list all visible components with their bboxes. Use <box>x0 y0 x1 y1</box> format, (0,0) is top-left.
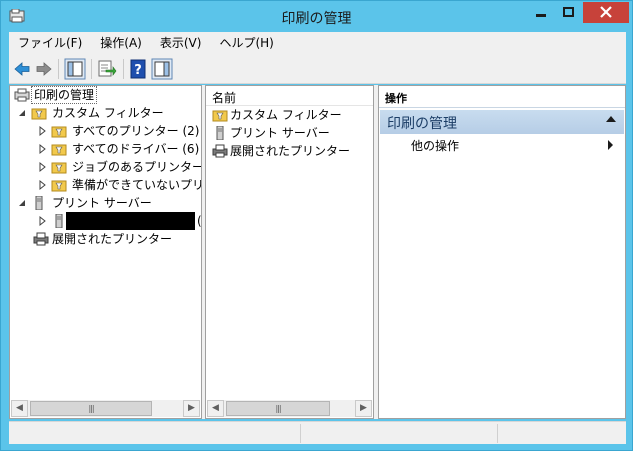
actions-header-label: 操作 <box>385 92 407 105</box>
submenu-arrow-icon[interactable] <box>608 140 613 150</box>
status-cell <box>9 424 301 443</box>
printer-icon <box>212 144 228 158</box>
tree-label-custom-filters: カスタム フィルター <box>52 106 164 120</box>
export-list-icon[interactable] <box>97 58 117 80</box>
actions-pane: 操作 印刷の管理 他の操作 <box>378 85 626 419</box>
actions-header: 操作 <box>379 86 625 108</box>
collapsed-arrow-icon[interactable] <box>38 140 47 158</box>
scrollbar-thumb[interactable]: ||| <box>226 401 330 416</box>
tree-label-server-suffix: ( <box>197 214 202 228</box>
server-icon <box>216 126 224 140</box>
scroll-right-arrow-icon[interactable]: ▶ <box>183 400 200 417</box>
title-bar[interactable]: 印刷の管理 <box>1 1 632 32</box>
filter-folder-icon <box>212 110 228 122</box>
print-management-icon <box>14 88 30 102</box>
menu-view[interactable]: 表示(V) <box>151 32 211 54</box>
toolbar: ? <box>9 54 626 84</box>
minimize-button[interactable] <box>527 2 555 23</box>
menu-file[interactable]: ファイル(F) <box>9 32 91 54</box>
maximize-icon <box>563 7 574 17</box>
maximize-button[interactable] <box>555 2 582 23</box>
show-action-pane-icon[interactable] <box>151 58 173 80</box>
collapsed-arrow-icon[interactable] <box>38 158 47 176</box>
expanded-arrow-icon[interactable] <box>18 104 27 122</box>
result-list-pane[interactable]: 名前 カスタム フィルター プリント サーバー 展開されたプリンター ◀ |||… <box>205 85 374 419</box>
list-item-label: カスタム フィルター <box>230 108 342 122</box>
list-item-label: プリント サーバー <box>230 126 330 140</box>
collapsed-arrow-icon[interactable] <box>38 212 47 230</box>
tree-label-all-drivers: すべてのドライバー (6) <box>72 142 200 156</box>
tree-item-root[interactable]: 印刷の管理 <box>12 86 201 104</box>
status-cell <box>498 424 626 443</box>
forward-arrow-icon[interactable] <box>35 58 53 80</box>
tree-label-print-servers: プリント サーバー <box>52 196 152 210</box>
collapsed-arrow-icon[interactable] <box>38 176 47 194</box>
actions-section-title: 印刷の管理 <box>387 116 457 132</box>
tree-label-printers-with-jobs: ジョブのあるプリンター <box>72 160 202 174</box>
tree-item-custom-filters[interactable]: カスタム フィルター <box>12 104 201 122</box>
column-header-label: 名前 <box>212 91 237 105</box>
svg-text:?: ? <box>134 63 142 78</box>
toolbar-separator <box>91 59 92 79</box>
tree-label-printers-not-ready: 準備ができていないプリンタ <box>72 178 202 192</box>
filter-folder-icon <box>51 144 67 156</box>
scroll-right-arrow-icon[interactable]: ▶ <box>355 400 372 417</box>
collapsed-arrow-icon[interactable] <box>38 122 47 140</box>
tree-item-printers-not-ready[interactable]: 準備ができていないプリンタ <box>12 176 202 194</box>
tree-item-print-servers[interactable]: プリント サーバー <box>12 194 201 212</box>
status-bar <box>9 421 626 444</box>
server-icon <box>55 214 63 228</box>
back-arrow-icon[interactable] <box>13 58 31 80</box>
scroll-left-arrow-icon[interactable]: ◀ <box>207 400 224 417</box>
tree-label-root: 印刷の管理 <box>31 86 98 104</box>
help-icon[interactable]: ? <box>129 58 147 80</box>
expanded-arrow-icon[interactable] <box>18 194 27 212</box>
tree-item-all-drivers[interactable]: すべてのドライバー (6) <box>12 140 201 158</box>
printer-icon <box>33 232 49 246</box>
toolbar-separator <box>58 59 59 79</box>
collapse-up-icon[interactable] <box>606 116 616 122</box>
tree-item-deployed-printers[interactable]: 展開されたプリンター <box>12 230 201 248</box>
filter-folder-icon <box>51 180 67 192</box>
toolbar-separator <box>123 59 124 79</box>
list-horizontal-scrollbar[interactable]: ◀ ||| ▶ <box>207 400 372 417</box>
filter-folder-icon <box>31 108 47 120</box>
close-button[interactable] <box>583 2 629 23</box>
scroll-left-arrow-icon[interactable]: ◀ <box>11 400 28 417</box>
menu-action[interactable]: 操作(A) <box>91 32 151 54</box>
tree-horizontal-scrollbar[interactable]: ◀ ||| ▶ <box>11 400 200 417</box>
more-actions-item[interactable]: 他の操作 <box>411 137 459 154</box>
tree-item-all-printers[interactable]: すべてのプリンター (2) <box>12 122 201 140</box>
console-tree-pane[interactable]: 印刷の管理 カスタム フィルター すべてのプリンター (2) すべてのドライバー… <box>9 85 202 419</box>
minimize-icon <box>536 14 546 17</box>
filter-folder-icon <box>51 126 67 138</box>
menu-bar: ファイル(F) 操作(A) 表示(V) ヘルプ(H) <box>9 32 626 54</box>
scrollbar-thumb[interactable]: ||| <box>30 401 152 416</box>
tree-item-server[interactable]: ( <box>12 212 202 230</box>
list-item-label: 展開されたプリンター <box>230 144 351 158</box>
app-window: 印刷の管理 ファイル(F) 操作(A) 表示(V) ヘルプ(H) ? 印刷の管理… <box>0 0 633 451</box>
tree-item-printers-with-jobs[interactable]: ジョブのあるプリンター <box>12 158 202 176</box>
filter-folder-icon <box>51 162 67 174</box>
tree-label-deployed-printers: 展開されたプリンター <box>52 232 173 246</box>
close-icon <box>600 6 612 18</box>
menu-help[interactable]: ヘルプ(H) <box>210 32 282 54</box>
column-header-name[interactable]: 名前 <box>206 86 373 106</box>
server-icon <box>35 196 43 210</box>
actions-section-header[interactable]: 印刷の管理 <box>380 110 624 134</box>
show-console-tree-icon[interactable] <box>64 58 86 80</box>
redacted-server-name <box>66 212 195 230</box>
tree-label-all-printers: すべてのプリンター (2) <box>72 124 200 138</box>
status-cell <box>301 424 498 443</box>
